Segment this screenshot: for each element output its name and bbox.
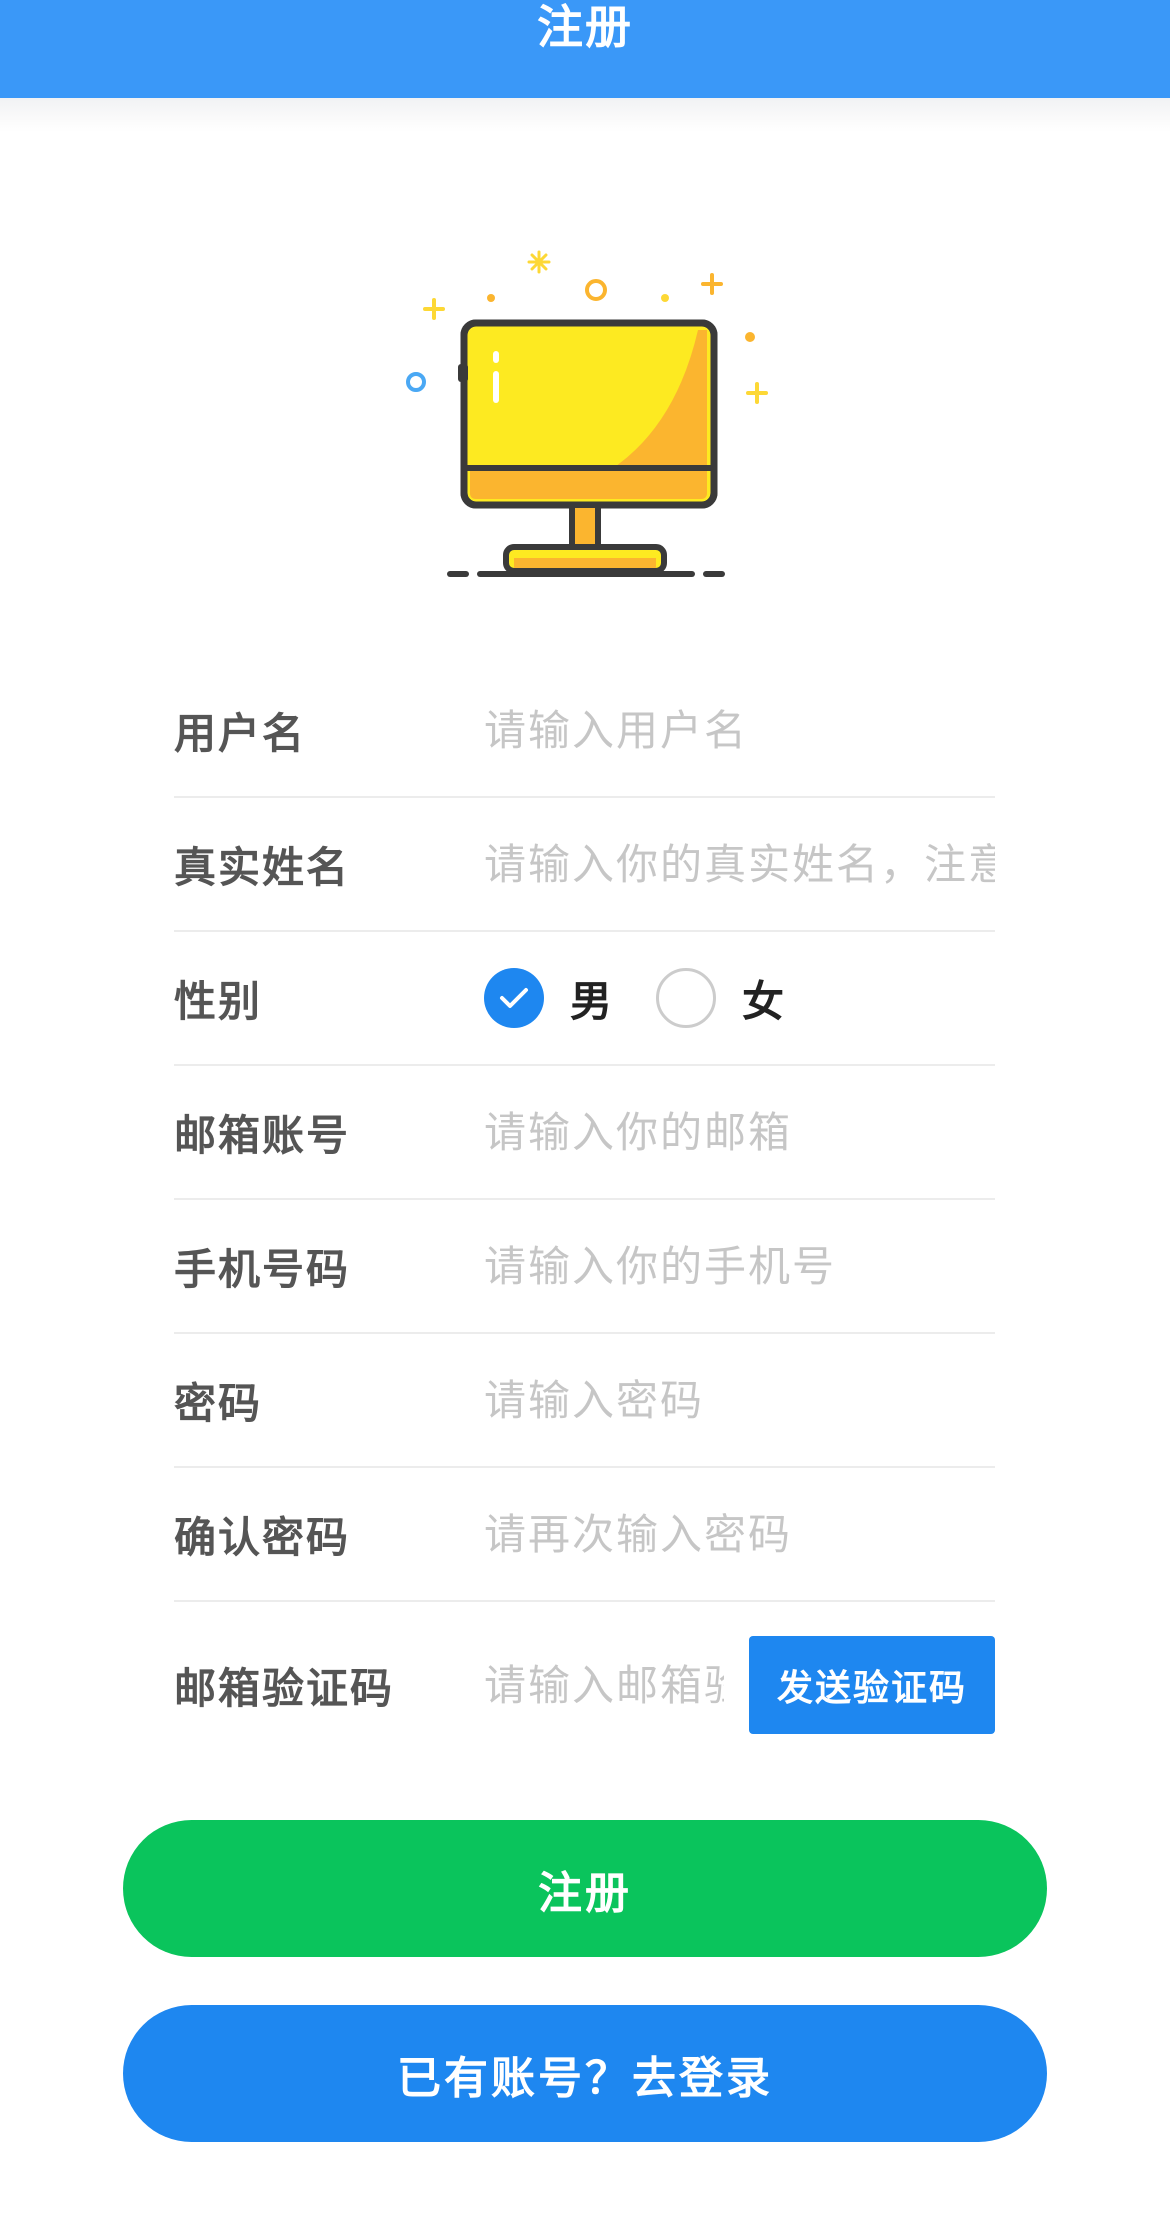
radio-unchecked-icon[interactable] (656, 968, 717, 1028)
gender-male-label: 男 (570, 976, 613, 1026)
computer-monitor-icon (406, 250, 768, 577)
email-input[interactable] (484, 1097, 995, 1167)
radio-checked-icon[interactable] (484, 968, 544, 1028)
username-row: 用户名 (174, 664, 995, 798)
gender-female-radio[interactable]: 女 (656, 968, 784, 1029)
phone-row: 手机号码 (174, 1200, 995, 1334)
register-button[interactable]: 注册 (123, 1820, 1047, 1957)
gender-row: 性别 男 女 (174, 932, 995, 1066)
username-label: 用户名 (174, 708, 307, 758)
username-input[interactable] (484, 695, 995, 765)
send-code-button[interactable]: 发送验证码 (749, 1636, 995, 1734)
checkmark-icon (500, 988, 528, 1008)
password-label: 密码 (174, 1378, 263, 1428)
gender-radio-group: 男 女 (484, 968, 828, 1029)
email-code-row: 邮箱验证码 发送验证码 (174, 1602, 995, 1768)
realname-input[interactable] (484, 829, 995, 899)
email-code-label: 邮箱验证码 (174, 1663, 395, 1713)
phone-label: 手机号码 (174, 1244, 351, 1294)
password-row: 密码 (174, 1334, 995, 1468)
gender-female-label: 女 (742, 976, 785, 1026)
gender-label: 性别 (174, 976, 263, 1026)
header-shadow (0, 98, 1170, 132)
realname-label: 真实姓名 (174, 842, 351, 892)
register-form: 用户名 真实姓名 性别 男 女 邮箱账号 手机号码 (174, 664, 995, 1768)
password-input[interactable] (484, 1365, 995, 1435)
page-title: 注册 (537, 0, 633, 54)
email-label: 邮箱账号 (174, 1110, 351, 1160)
confirm-password-input[interactable] (484, 1499, 995, 1569)
nav-bar: 注册 (0, 0, 1170, 98)
email-row: 邮箱账号 (174, 1066, 995, 1200)
confirm-password-row: 确认密码 (174, 1468, 995, 1602)
phone-input[interactable] (484, 1231, 995, 1301)
email-code-input[interactable] (484, 1650, 724, 1720)
confirm-password-label: 确认密码 (174, 1512, 351, 1562)
realname-row: 真实姓名 (174, 798, 995, 932)
gender-male-radio[interactable]: 男 (484, 968, 612, 1029)
go-login-button[interactable]: 已有账号？去登录 (123, 2005, 1047, 2142)
